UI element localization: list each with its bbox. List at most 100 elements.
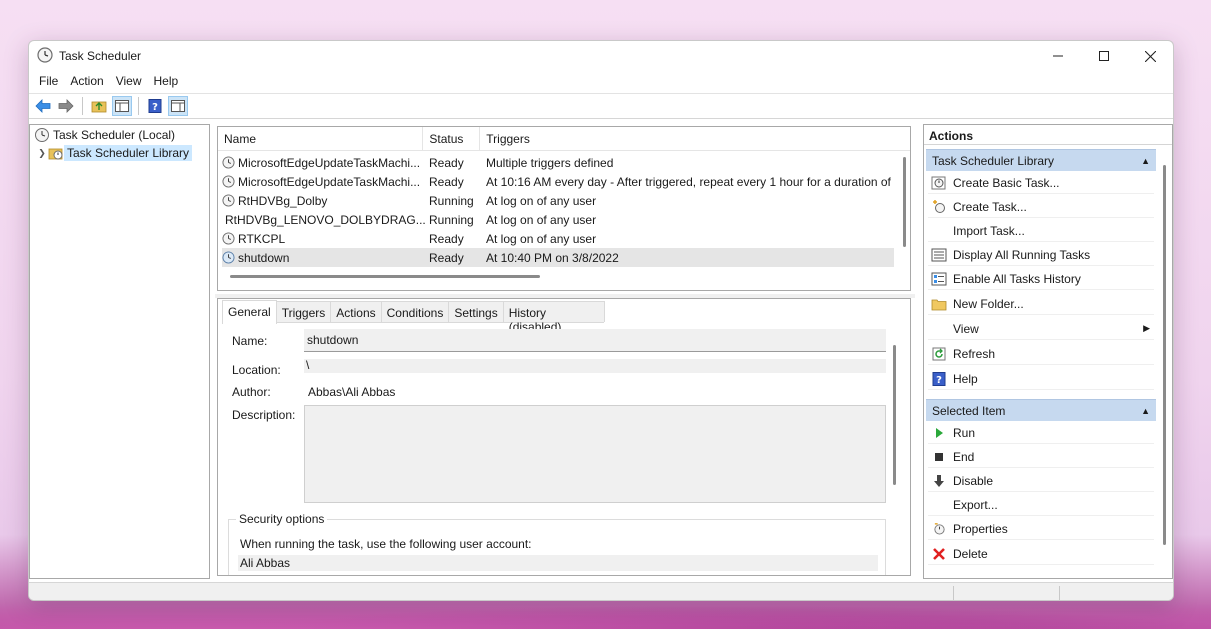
action-label: Create Basic Task... bbox=[953, 175, 1060, 190]
tree-item-library[interactable]: ❯ Task Scheduler Library bbox=[36, 144, 193, 162]
maximize-icon bbox=[1099, 51, 1109, 61]
action-refresh[interactable]: Refresh bbox=[928, 343, 1154, 365]
user-account-field[interactable]: Ali Abbas bbox=[238, 555, 878, 571]
menu-action[interactable]: Action bbox=[64, 72, 109, 92]
description-field[interactable] bbox=[304, 405, 886, 503]
author-field[interactable]: Abbas\Ali Abbas bbox=[308, 385, 395, 399]
action-import-task[interactable]: Import Task... bbox=[928, 220, 1154, 242]
end-icon bbox=[935, 452, 943, 461]
menu-file[interactable]: File bbox=[33, 72, 64, 92]
action-view[interactable]: View ▶ bbox=[928, 318, 1154, 340]
title-bar[interactable]: Task Scheduler bbox=[29, 41, 1173, 71]
window-title: Task Scheduler bbox=[59, 49, 142, 63]
action-delete[interactable]: Delete bbox=[928, 543, 1154, 565]
column-header-triggers[interactable]: Triggers bbox=[480, 127, 910, 151]
tab-conditions[interactable]: Conditions bbox=[380, 301, 450, 322]
forward-button[interactable] bbox=[56, 96, 76, 116]
collapse-icon[interactable]: ▲ bbox=[1141, 156, 1150, 166]
task-triggers: At log on of any user bbox=[486, 193, 597, 208]
clock-icon bbox=[37, 47, 53, 63]
task-triggers: At 10:16 AM every day - After triggered,… bbox=[486, 174, 892, 189]
location-label: Location: bbox=[232, 363, 281, 377]
create-basic-task-icon bbox=[931, 176, 946, 189]
task-row[interactable]: RTKCPL Ready At log on of any user bbox=[222, 229, 894, 248]
collapse-icon[interactable]: ▲ bbox=[1141, 406, 1150, 416]
task-scheduler-window: Task Scheduler File Action View Help ? T… bbox=[28, 40, 1174, 601]
task-name: MicrosoftEdgeUpdateTaskMachi... bbox=[238, 174, 421, 189]
action-create-basic-task[interactable]: Create Basic Task... bbox=[928, 172, 1154, 194]
close-button[interactable] bbox=[1127, 41, 1173, 71]
action-disable[interactable]: Disable bbox=[928, 470, 1154, 492]
task-status: Ready bbox=[429, 250, 464, 265]
run-icon bbox=[936, 427, 943, 438]
toolbar: ? bbox=[29, 93, 1173, 119]
actions-vertical-scrollbar[interactable] bbox=[1163, 165, 1166, 545]
task-name: shutdown bbox=[238, 250, 290, 265]
action-label: Export... bbox=[953, 497, 998, 512]
up-folder-button[interactable] bbox=[89, 96, 109, 116]
task-clock-icon bbox=[222, 232, 235, 245]
section-header-library[interactable]: Task Scheduler Library ▲ bbox=[926, 149, 1156, 171]
tab-history[interactable]: History (disabled) bbox=[502, 301, 605, 334]
menu-help[interactable]: Help bbox=[148, 72, 185, 92]
status-divider bbox=[953, 586, 954, 600]
task-row[interactable]: MicrosoftEdgeUpdateTaskMachi... Ready At… bbox=[222, 172, 894, 191]
column-header-name[interactable]: Name bbox=[218, 127, 424, 151]
location-field[interactable]: \ bbox=[304, 359, 886, 373]
help-icon: ? bbox=[148, 99, 162, 113]
chevron-right-icon[interactable]: ❯ bbox=[36, 148, 48, 159]
action-new-folder[interactable]: New Folder... bbox=[928, 293, 1154, 315]
tab-triggers[interactable]: Triggers bbox=[275, 301, 332, 322]
section-title: Task Scheduler Library bbox=[932, 153, 1055, 168]
status-bar bbox=[29, 582, 1173, 600]
action-help[interactable]: ? Help bbox=[928, 368, 1154, 390]
show-hide-action-pane-button[interactable] bbox=[168, 96, 188, 116]
help-toolbar-button[interactable]: ? bbox=[145, 96, 165, 116]
forward-arrow-icon bbox=[58, 99, 74, 113]
task-triggers: Multiple triggers defined bbox=[486, 155, 614, 170]
minimize-button[interactable] bbox=[1035, 41, 1081, 71]
running-tasks-icon bbox=[931, 248, 947, 261]
task-name: RtHDVBg_Dolby bbox=[238, 193, 328, 208]
section-title: Selected Item bbox=[932, 403, 1006, 418]
maximize-button[interactable] bbox=[1081, 41, 1127, 71]
action-properties[interactable]: Properties bbox=[928, 518, 1154, 540]
tree-item-local[interactable]: Task Scheduler (Local) bbox=[34, 126, 178, 144]
task-row[interactable]: MicrosoftEdgeUpdateTaskMachi... Ready Mu… bbox=[222, 153, 894, 172]
task-row-selected[interactable]: shutdown Ready At 10:40 PM on 3/8/2022 bbox=[222, 248, 894, 267]
column-header-status[interactable]: Status bbox=[423, 127, 481, 151]
name-field[interactable]: shutdown bbox=[304, 329, 886, 352]
back-button[interactable] bbox=[33, 96, 53, 116]
delete-icon bbox=[933, 547, 945, 560]
task-triggers: At log on of any user bbox=[486, 212, 597, 227]
action-export[interactable]: Export... bbox=[928, 494, 1154, 516]
vertical-scrollbar[interactable] bbox=[903, 157, 906, 247]
task-row[interactable]: RtHDVBg_Dolby Running At log on of any u… bbox=[222, 191, 894, 210]
tab-settings[interactable]: Settings bbox=[448, 301, 504, 322]
show-hide-console-tree-button[interactable] bbox=[112, 96, 132, 116]
action-create-task[interactable]: Create Task... bbox=[928, 196, 1154, 218]
action-display-running-tasks[interactable]: Display All Running Tasks bbox=[928, 244, 1154, 266]
console-tree: Task Scheduler (Local) ❯ Task Scheduler … bbox=[29, 124, 210, 579]
task-row[interactable]: RtHDVBg_LENOVO_DOLBYDRAG... Running At l… bbox=[222, 210, 894, 229]
console-tree-icon bbox=[115, 100, 129, 112]
action-enable-history[interactable]: Enable All Tasks History bbox=[928, 268, 1154, 290]
tab-general[interactable]: General bbox=[222, 300, 277, 324]
menu-view[interactable]: View bbox=[110, 72, 148, 92]
task-name: MicrosoftEdgeUpdateTaskMachi... bbox=[238, 155, 421, 170]
history-icon bbox=[931, 272, 947, 285]
detail-vertical-scrollbar[interactable] bbox=[893, 345, 896, 485]
minimize-icon bbox=[1053, 55, 1063, 57]
folder-clock-icon bbox=[48, 148, 63, 160]
refresh-icon bbox=[932, 347, 946, 360]
action-label: View bbox=[953, 321, 979, 336]
action-label: Run bbox=[953, 425, 976, 440]
section-header-selected-item[interactable]: Selected Item ▲ bbox=[926, 399, 1156, 421]
close-icon bbox=[1144, 50, 1156, 62]
action-run[interactable]: Run bbox=[928, 422, 1154, 444]
tab-actions[interactable]: Actions bbox=[330, 301, 382, 322]
horizontal-scrollbar[interactable] bbox=[230, 275, 540, 278]
action-end[interactable]: End bbox=[928, 446, 1154, 468]
action-pane-icon bbox=[171, 100, 185, 112]
task-status: Ready bbox=[429, 231, 464, 246]
